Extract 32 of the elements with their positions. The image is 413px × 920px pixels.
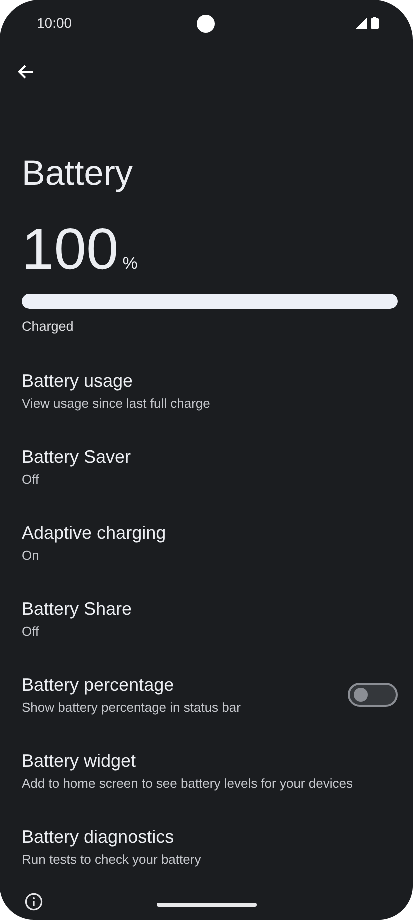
status-time: 10:00 bbox=[37, 15, 72, 31]
percent-unit: % bbox=[122, 254, 138, 274]
charge-status: Charged bbox=[22, 319, 74, 334]
info-icon[interactable] bbox=[25, 893, 43, 911]
settings-item[interactable]: Battery percentage Show battery percentage in status bar bbox=[0, 664, 413, 740]
settings-item[interactable]: Battery Saver Off bbox=[0, 436, 413, 512]
settings-item[interactable]: Battery diagnostics Run tests to check your battery bbox=[0, 816, 413, 892]
item-summary: Off bbox=[22, 624, 40, 639]
item-title: Battery percentage bbox=[22, 675, 174, 696]
battery-icon bbox=[371, 17, 379, 29]
battery-percentage: 100 bbox=[22, 218, 119, 282]
item-summary: Run tests to check your battery bbox=[22, 852, 202, 867]
item-summary: Add to home screen to see battery levels for your devices bbox=[22, 776, 353, 791]
settings-item[interactable]: Battery widget Add to home screen to see battery levels for your devices bbox=[0, 740, 413, 816]
settings-item[interactable]: Adaptive charging On bbox=[0, 512, 413, 588]
camera-cutout bbox=[197, 15, 215, 33]
item-summary: Off bbox=[22, 472, 40, 487]
signal-icon bbox=[356, 18, 367, 28]
item-title: Adaptive charging bbox=[22, 523, 166, 544]
item-title: Battery Share bbox=[22, 599, 132, 620]
item-summary: View usage since last full charge bbox=[22, 396, 210, 411]
item-summary: On bbox=[22, 548, 40, 563]
gesture-handle[interactable] bbox=[157, 903, 257, 907]
item-title: Battery diagnostics bbox=[22, 827, 174, 848]
item-title: Battery usage bbox=[22, 371, 134, 392]
item-title: Battery widget bbox=[22, 751, 136, 772]
settings-item[interactable]: Battery usage View usage since last full charge bbox=[0, 360, 413, 436]
toggle-switch[interactable] bbox=[348, 683, 398, 707]
item-title: Battery Saver bbox=[22, 447, 132, 468]
settings-item[interactable]: Battery Share Off bbox=[0, 588, 413, 664]
page-title: Battery bbox=[22, 153, 133, 195]
item-summary: Show battery percentage in status bar bbox=[22, 700, 241, 715]
